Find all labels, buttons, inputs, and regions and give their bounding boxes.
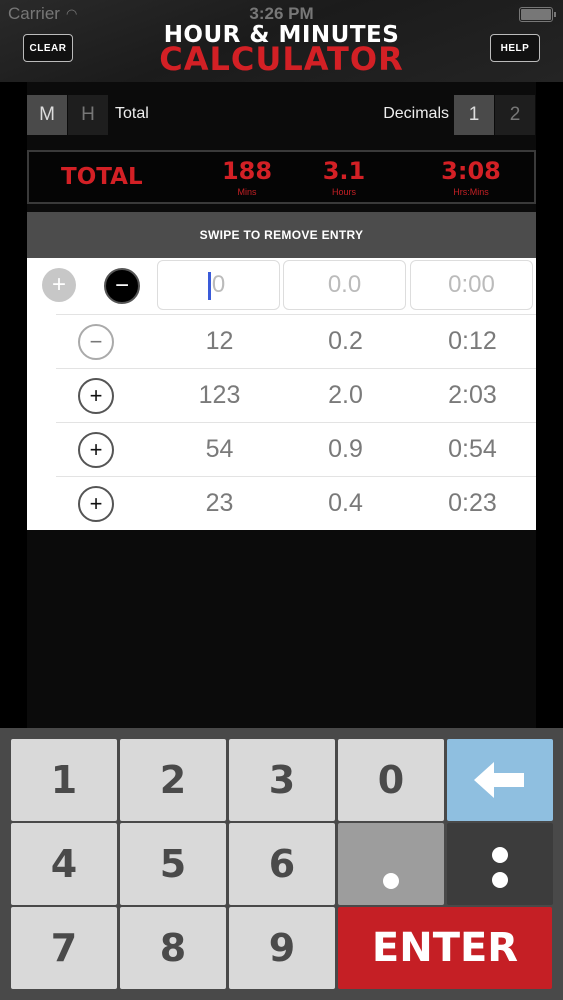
- total-hours-value: 3.1: [322, 157, 366, 185]
- key-9[interactable]: 9: [229, 907, 335, 989]
- list-item[interactable]: − 12 0.2 0:12: [56, 314, 536, 368]
- entry-hrsmins: 0:54: [448, 435, 497, 463]
- key-1[interactable]: 1: [11, 739, 117, 821]
- key-7[interactable]: 7: [11, 907, 117, 989]
- colon-top-dot-icon: [492, 847, 508, 863]
- entry-hrsmins: 2:03: [448, 381, 497, 409]
- entry-hours: 2.0: [328, 381, 363, 409]
- colon-bottom-dot-icon: [492, 872, 508, 888]
- decimals-2-button[interactable]: 2: [495, 95, 535, 135]
- mins-input[interactable]: 0: [157, 260, 280, 310]
- mins-input-placeholder: 0: [211, 271, 226, 298]
- hours-input-placeholder: 0.0: [327, 271, 362, 298]
- left-arrow-icon: [474, 762, 524, 798]
- hours-input[interactable]: 0.0: [283, 260, 406, 310]
- text-caret: [208, 272, 211, 300]
- key-0[interactable]: 0: [338, 739, 444, 821]
- enter-button[interactable]: ENTER: [338, 907, 552, 989]
- key-5[interactable]: 5: [120, 823, 226, 905]
- total-hrsmins: 3:08 Hrs:Mins: [411, 156, 531, 198]
- app-header: Carrier ◠ 3:26 PM CLEAR HOUR & MINUTES C…: [0, 0, 563, 82]
- decimals-label: Decimals: [383, 105, 449, 122]
- entry-hours: 0.9: [328, 435, 363, 463]
- plus-circle-icon[interactable]: +: [78, 378, 114, 414]
- add-sign-button[interactable]: +: [42, 268, 76, 302]
- entry-mins: 123: [198, 381, 241, 409]
- entries-list: + − 0 0.0 0:00 − 12 0.2 0:12 + 123 2.0 2…: [27, 258, 536, 530]
- list-item[interactable]: + 54 0.9 0:54: [56, 422, 536, 476]
- status-time: 3:26 PM: [249, 4, 314, 23]
- entry-mins: 23: [205, 489, 234, 517]
- totals-display: TOTAL 188 Mins 3.1 Hours 3:08 Hrs:Mins: [27, 150, 536, 204]
- mode-total-label: Total: [115, 105, 149, 122]
- total-hours-unit: Hours: [331, 187, 356, 197]
- list-item[interactable]: + 23 0.4 0:23: [56, 476, 536, 530]
- key-3[interactable]: 3: [229, 739, 335, 821]
- minus-circle-icon[interactable]: −: [78, 324, 114, 360]
- input-row: + − 0 0.0 0:00: [27, 258, 536, 314]
- entry-mins: 54: [205, 435, 234, 463]
- plus-circle-icon[interactable]: +: [78, 432, 114, 468]
- entry-hrsmins: 0:12: [448, 327, 497, 355]
- key-8[interactable]: 8: [120, 907, 226, 989]
- mode-row: M H Total Decimals 1 2: [27, 95, 536, 135]
- key-2[interactable]: 2: [120, 739, 226, 821]
- battery-icon: [519, 7, 556, 22]
- list-item[interactable]: + 123 2.0 2:03: [56, 368, 536, 422]
- entry-hours: 0.4: [328, 489, 363, 517]
- key-6[interactable]: 6: [229, 823, 335, 905]
- decimals-1-button[interactable]: 1: [454, 95, 494, 135]
- entry-hrsmins: 0:23: [448, 489, 497, 517]
- totals-label: TOTAL: [61, 164, 143, 190]
- app-title-line2: CALCULATOR: [159, 40, 404, 78]
- mode-hours-button[interactable]: H: [68, 95, 108, 135]
- help-button[interactable]: HELP: [490, 34, 540, 62]
- colon-key[interactable]: [447, 823, 553, 905]
- dot-icon: [383, 873, 399, 889]
- total-hrsmins-unit: Hrs:Mins: [453, 187, 489, 197]
- decimal-point-key[interactable]: [338, 823, 444, 905]
- key-4[interactable]: 4: [11, 823, 117, 905]
- total-hrsmins-value: 3:08: [441, 157, 501, 185]
- swipe-hint-bar: SWIPE TO REMOVE ENTRY: [27, 212, 536, 258]
- plus-circle-icon[interactable]: +: [78, 486, 114, 522]
- hrsmins-input[interactable]: 0:00: [410, 260, 533, 310]
- total-hours: 3.1 Hours: [284, 156, 404, 198]
- mode-minutes-button[interactable]: M: [27, 95, 67, 135]
- entry-hours: 0.2: [328, 327, 363, 355]
- entry-mins: 12: [205, 327, 234, 355]
- hrsmins-input-placeholder: 0:00: [448, 271, 495, 298]
- backspace-button[interactable]: [447, 739, 553, 821]
- subtract-sign-button[interactable]: −: [104, 268, 140, 304]
- keypad: 1 2 3 0 4 5 6 7 8 9 ENTER: [0, 728, 563, 1000]
